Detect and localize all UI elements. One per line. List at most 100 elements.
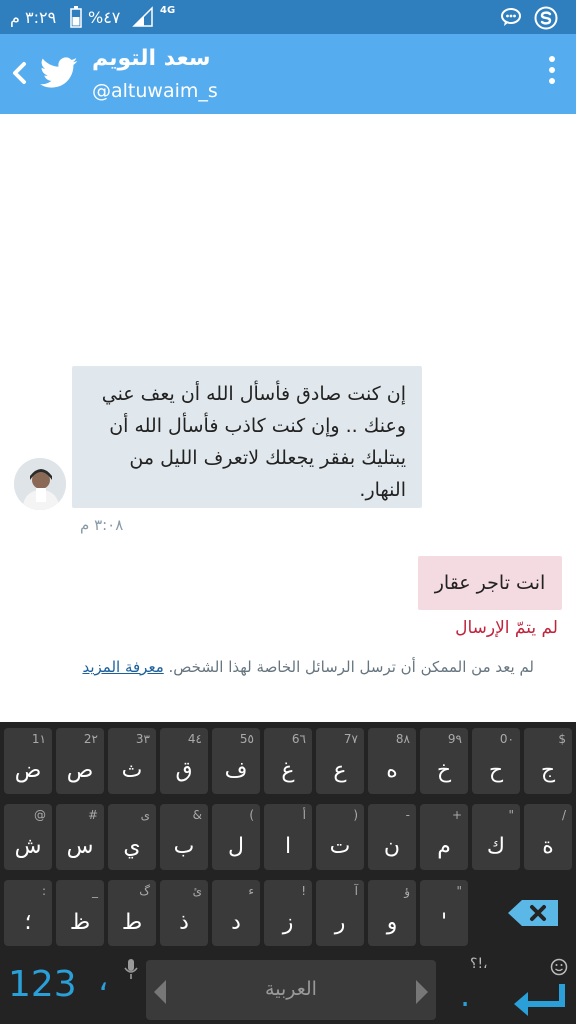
key-row2-9[interactable]: # س xyxy=(56,804,104,870)
key-row2-0[interactable]: / ة xyxy=(524,804,572,870)
key-label: ف xyxy=(224,758,248,783)
microphone-icon[interactable] xyxy=(124,958,138,980)
cursor-right-icon[interactable] xyxy=(416,980,428,1004)
dm-disabled-notice: لم يعد من الممكن أن ترسل الرسائل الخاصة … xyxy=(44,658,534,676)
key-row3-6[interactable]: گط xyxy=(108,880,156,946)
network-type: 4G xyxy=(160,5,176,16)
avatar-image xyxy=(14,458,66,510)
period-key[interactable]: . xyxy=(460,976,470,1014)
key-hint: : xyxy=(41,884,46,898)
key-label: ح xyxy=(488,758,504,783)
key-row2-1[interactable]: " ك xyxy=(472,804,520,870)
comma-key[interactable]: ، xyxy=(98,960,108,998)
incoming-message-bubble[interactable]: إن كنت صادق فأسأل الله أن يعف عني وعنك .… xyxy=(72,366,422,508)
key-hint: 4٤ xyxy=(187,732,202,746)
key-hint: & xyxy=(192,808,202,822)
enter-key-icon[interactable] xyxy=(512,982,568,1016)
key-hint: - xyxy=(405,808,410,822)
key-row1-2[interactable]: 9٩ خ xyxy=(420,728,468,794)
numbers-key[interactable]: 123 xyxy=(8,964,77,1005)
back-arrow-icon[interactable] xyxy=(8,58,30,88)
key-label: ك xyxy=(486,834,506,859)
key-row2-4[interactable]: ) ت xyxy=(316,804,364,870)
key-row3-2[interactable]: آر xyxy=(316,880,364,946)
key-row3-0[interactable]: " ' xyxy=(420,880,468,946)
key-label: ش xyxy=(14,834,42,859)
key-hint: 1١ xyxy=(31,732,46,746)
key-label: ع xyxy=(333,758,347,783)
key-row2-3[interactable]: -ن xyxy=(368,804,416,870)
key-row3-5[interactable]: ئذ xyxy=(160,880,208,946)
key-row1-9[interactable]: 2٢ ص xyxy=(56,728,104,794)
punctuation-hint: ؟!، xyxy=(470,956,488,972)
key-label: ذ xyxy=(179,910,189,935)
app-s-icon xyxy=(534,6,558,30)
key-hint: ئ xyxy=(192,884,202,898)
key-label: ب xyxy=(173,834,195,859)
contact-name: سعد التويم xyxy=(92,46,211,71)
key-label: ط xyxy=(121,910,143,935)
key-row1-4[interactable]: 7٧ ع xyxy=(316,728,364,794)
key-row1-1[interactable]: 0٠ ح xyxy=(472,728,520,794)
key-row3-8[interactable]: : ؛ xyxy=(4,880,52,946)
key-label: ا xyxy=(284,834,292,859)
key-row2-10[interactable]: @ ش xyxy=(4,804,52,870)
key-hint: ؤ xyxy=(404,884,410,898)
key-row1-5[interactable]: 6٦ غ xyxy=(264,728,312,794)
outgoing-message-text: انت تاجر عقار xyxy=(434,572,546,594)
key-row1-3[interactable]: 8٨ ه xyxy=(368,728,416,794)
learn-more-link[interactable]: معرفة المزيد xyxy=(82,658,163,676)
key-label: ' xyxy=(440,910,448,935)
key-row1-6[interactable]: 5٥ ف xyxy=(212,728,260,794)
key-hint: 7٧ xyxy=(343,732,358,746)
key-hint: 6٦ xyxy=(291,732,306,746)
key-hint: 2٢ xyxy=(83,732,98,746)
key-row2-2[interactable]: + م xyxy=(420,804,468,870)
backspace-icon xyxy=(508,900,558,926)
key-label: ت xyxy=(329,834,351,859)
send-failed-status[interactable]: لم يتمّ الإرسال xyxy=(446,618,558,638)
key-hint: " xyxy=(508,808,514,822)
messenger-icon xyxy=(501,8,521,26)
key-row3-7[interactable]: _ ظ xyxy=(56,880,104,946)
key-hint: 8٨ xyxy=(395,732,410,746)
key-hint: " xyxy=(456,884,462,898)
key-label: ص xyxy=(66,758,94,783)
key-label: ة xyxy=(542,834,554,859)
key-row3-3[interactable]: ! ز xyxy=(264,880,312,946)
key-row1-8[interactable]: 3٣ ث xyxy=(108,728,156,794)
space-bar[interactable]: العربية xyxy=(146,960,436,1020)
key-row3-4[interactable]: ءد xyxy=(212,880,260,946)
key-label: ض xyxy=(14,758,42,783)
key-row2-6[interactable]: (ل xyxy=(212,804,260,870)
overflow-menu-icon[interactable] xyxy=(540,56,564,92)
key-hint: + xyxy=(451,808,462,822)
key-row2-5[interactable]: أا xyxy=(264,804,312,870)
key-label: غ xyxy=(281,758,295,783)
key-label: ه xyxy=(386,758,398,783)
key-hint: ء xyxy=(248,884,254,898)
outgoing-message-bubble[interactable]: انت تاجر عقار xyxy=(418,556,562,610)
emoji-icon[interactable] xyxy=(550,958,568,976)
key-row2-8[interactable]: ىي xyxy=(108,804,156,870)
key-hint: آ xyxy=(354,884,358,898)
twitter-bird-icon xyxy=(40,57,78,88)
notice-text: لم يعد من الممكن أن ترسل الرسائل الخاصة … xyxy=(168,658,534,676)
key-hint: 3٣ xyxy=(135,732,150,746)
arabic-keyboard: $ ج 0٠ ح 9٩ خ 8٨ ه 7٧ ع 6٦ غ 5٥ ف 4٤ ق 3٣ ث 2٢ ص 1١ ض / ة " ك + م -… xyxy=(0,722,576,1024)
avatar[interactable] xyxy=(14,458,66,510)
backspace-key[interactable] xyxy=(494,880,574,946)
key-row2-7[interactable]: & ب xyxy=(160,804,208,870)
key-hint: 5٥ xyxy=(239,732,254,746)
key-row1-7[interactable]: 4٤ ق xyxy=(160,728,208,794)
key-row1-0[interactable]: $ ج xyxy=(524,728,572,794)
key-hint: 0٠ xyxy=(499,732,514,746)
key-hint: ى xyxy=(140,808,150,822)
key-row3-1[interactable]: ؤو xyxy=(368,880,416,946)
key-label: س xyxy=(66,834,94,859)
message-timestamp: ٣:٠٨ م xyxy=(80,516,124,534)
key-row1-10[interactable]: 1١ ض xyxy=(4,728,52,794)
key-label: ز xyxy=(282,910,294,935)
key-hint: _ xyxy=(92,884,98,898)
key-label: ث xyxy=(121,758,143,783)
